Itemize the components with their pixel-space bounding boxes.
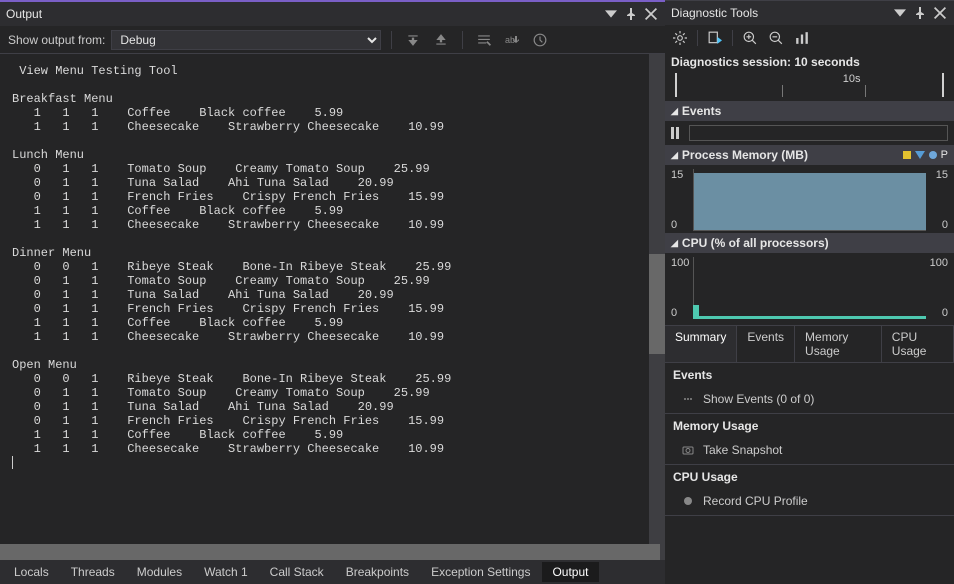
diag-tab-summary[interactable]: Summary	[665, 326, 737, 362]
clear-all-icon[interactable]	[473, 29, 495, 51]
diag-tab-memory-usage[interactable]: Memory Usage	[795, 326, 882, 362]
record-cpu-label: Record CPU Profile	[703, 494, 808, 508]
mem-ytick-top-right: 15	[936, 169, 948, 181]
diagnostic-tools-panel: Diagnostic Tools Diagnostics session: 10…	[665, 0, 954, 584]
time-ruler[interactable]: 10s	[671, 73, 948, 97]
cpu-ytick-bot-left: 0	[671, 307, 677, 319]
output-source-select[interactable]: Debug	[111, 30, 381, 50]
legend-p: P	[941, 149, 948, 161]
diag-tab-strip: SummaryEventsMemory UsageCPU Usage	[665, 325, 954, 363]
mem-ytick-top-left: 15	[671, 169, 683, 181]
diag-tab-events[interactable]: Events	[737, 326, 795, 362]
tab-locals[interactable]: Locals	[4, 562, 59, 582]
close-icon[interactable]	[932, 5, 948, 21]
summary-events-head: Events	[665, 363, 954, 387]
toggle-wrap-icon[interactable]: ab	[501, 29, 523, 51]
settings-icon[interactable]	[671, 29, 689, 47]
show-events-label: Show Events (0 of 0)	[703, 392, 814, 406]
summary-cpu-section: CPU Usage Record CPU Profile	[665, 465, 954, 516]
private-bytes-legend-icon	[929, 151, 937, 159]
filter-icon	[681, 392, 695, 406]
zoom-in-icon[interactable]	[741, 29, 759, 47]
record-icon	[681, 494, 695, 508]
prev-message-icon[interactable]	[402, 29, 424, 51]
snapshot-legend-icon	[915, 151, 925, 159]
tab-watch-1[interactable]: Watch 1	[194, 562, 258, 582]
cpu-ytick-top-right: 100	[930, 257, 948, 269]
reset-view-icon[interactable]	[793, 29, 811, 47]
tab-exception-settings[interactable]: Exception Settings	[421, 562, 540, 582]
select-tools-icon[interactable]	[706, 29, 724, 47]
horizontal-scrollbar[interactable]	[0, 544, 665, 560]
cpu-ytick-top-left: 100	[671, 257, 689, 269]
timestamp-icon[interactable]	[529, 29, 551, 51]
pause-icon[interactable]	[671, 127, 683, 139]
cpu-section-header[interactable]: ◢ CPU (% of all processors)	[665, 233, 954, 253]
events-timeline[interactable]	[689, 125, 948, 141]
events-section-header[interactable]: ◢ Events	[665, 101, 954, 121]
cpu-line-icon	[693, 316, 926, 319]
tab-output[interactable]: Output	[542, 562, 598, 582]
output-panel: Output Show output from: Debug ab View M…	[0, 0, 665, 584]
window-dropdown-icon[interactable]	[892, 5, 908, 21]
output-title: Output	[6, 7, 603, 21]
window-dropdown-icon[interactable]	[603, 6, 619, 22]
divider	[462, 31, 463, 49]
collapse-icon: ◢	[671, 238, 678, 249]
memory-chart[interactable]: 15 0 15 0	[671, 169, 948, 231]
memory-section-header[interactable]: ◢ Process Memory (MB) P	[665, 145, 954, 165]
events-track	[665, 121, 954, 145]
ruler-tick-10s: 10s	[843, 73, 861, 85]
bottom-tab-strip: LocalsThreadsModulesWatch 1Call StackBre…	[0, 560, 665, 584]
diag-title: Diagnostic Tools	[671, 6, 892, 20]
tab-modules[interactable]: Modules	[127, 562, 192, 582]
next-message-icon[interactable]	[430, 29, 452, 51]
vertical-scrollbar[interactable]	[649, 54, 665, 544]
session-duration-label: Diagnostics session: 10 seconds	[665, 51, 954, 71]
cpu-ytick-bot-right: 0	[942, 307, 948, 319]
show-events-link[interactable]: Show Events (0 of 0)	[665, 387, 954, 413]
cpu-label: CPU (% of all processors)	[682, 236, 829, 250]
record-cpu-link[interactable]: Record CPU Profile	[665, 489, 954, 515]
summary-events-section: Events Show Events (0 of 0)	[665, 363, 954, 414]
summary-memory-head: Memory Usage	[665, 414, 954, 438]
tab-call-stack[interactable]: Call Stack	[260, 562, 334, 582]
tab-threads[interactable]: Threads	[61, 562, 125, 582]
take-snapshot-label: Take Snapshot	[703, 443, 782, 457]
pin-icon[interactable]	[912, 5, 928, 21]
mem-ytick-bot-left: 0	[671, 219, 677, 231]
camera-icon	[681, 443, 695, 457]
summary-memory-section: Memory Usage Take Snapshot	[665, 414, 954, 465]
mem-ytick-bot-right: 0	[942, 219, 948, 231]
divider	[391, 31, 392, 49]
collapse-icon: ◢	[671, 106, 678, 117]
diag-titlebar: Diagnostic Tools	[665, 1, 954, 25]
memory-label: Process Memory (MB)	[682, 148, 808, 162]
output-titlebar: Output	[0, 2, 665, 26]
text-caret	[12, 456, 13, 469]
summary-cpu-head: CPU Usage	[665, 465, 954, 489]
tab-breakpoints[interactable]: Breakpoints	[336, 562, 419, 582]
show-output-from-label: Show output from:	[8, 33, 105, 47]
output-text-area[interactable]: View Menu Testing Tool Breakfast Menu 1 …	[0, 54, 665, 544]
zoom-out-icon[interactable]	[767, 29, 785, 47]
diag-toolbar	[665, 25, 954, 51]
events-label: Events	[682, 104, 721, 118]
close-icon[interactable]	[643, 6, 659, 22]
output-toolbar: Show output from: Debug ab	[0, 26, 665, 54]
gc-legend-icon	[903, 151, 911, 159]
take-snapshot-link[interactable]: Take Snapshot	[665, 438, 954, 464]
cpu-chart[interactable]: 100 0 100 0	[671, 257, 948, 319]
collapse-icon: ◢	[671, 150, 678, 161]
diag-tab-cpu-usage[interactable]: CPU Usage	[882, 326, 954, 362]
pin-icon[interactable]	[623, 6, 639, 22]
